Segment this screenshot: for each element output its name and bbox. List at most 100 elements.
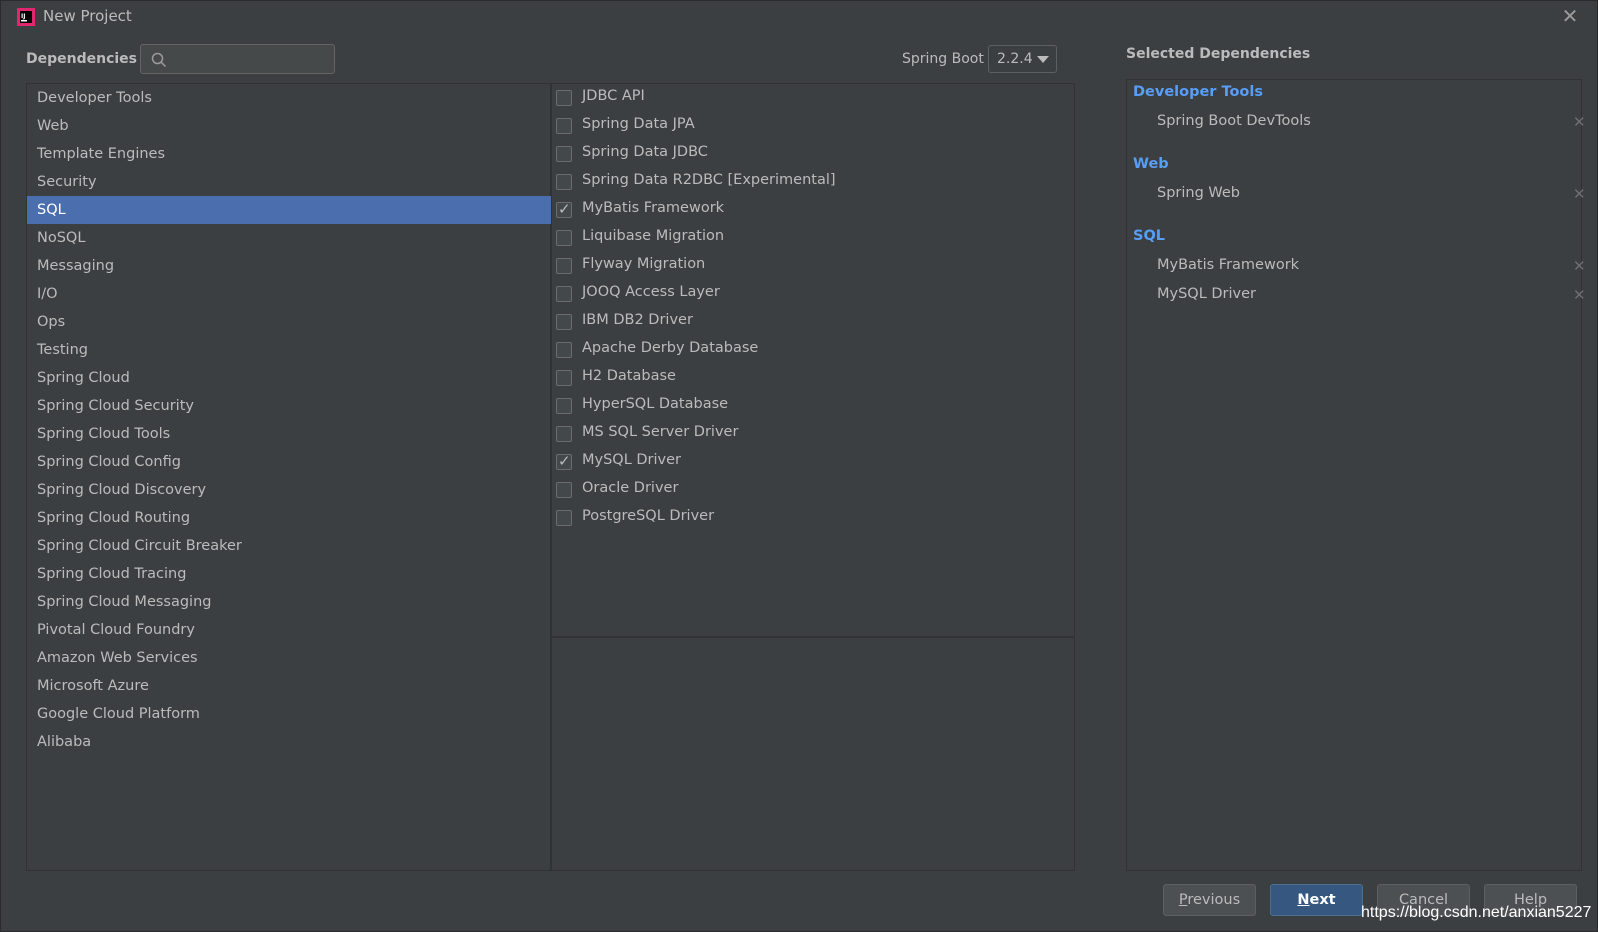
- dependency-item[interactable]: JDBC API: [552, 84, 1072, 112]
- category-item[interactable]: Ops: [27, 308, 551, 336]
- dependency-label: PostgreSQL Driver: [582, 508, 715, 524]
- dependency-checkbox[interactable]: [556, 452, 572, 470]
- category-item[interactable]: SQL: [27, 196, 551, 224]
- spring-boot-version-select[interactable]: 2.2.4: [988, 45, 1057, 73]
- dependency-label: Apache Derby Database: [582, 340, 759, 356]
- category-item[interactable]: Testing: [27, 336, 551, 364]
- selected-group-title: SQL: [1133, 228, 1166, 244]
- dependency-item[interactable]: Spring Data JDBC: [552, 140, 1072, 168]
- dependency-label: MySQL Driver: [582, 452, 682, 468]
- chevron-down-icon: [1037, 56, 1049, 63]
- dependency-item[interactable]: Oracle Driver: [552, 476, 1072, 504]
- dependency-checkbox[interactable]: [556, 426, 572, 442]
- dependency-checkbox[interactable]: [556, 258, 572, 274]
- dependency-item[interactable]: MS SQL Server Driver: [552, 420, 1072, 448]
- dependency-checkbox[interactable]: [556, 174, 572, 190]
- selected-dependency-item: Spring Web ✕: [1157, 185, 1586, 203]
- category-item[interactable]: Messaging: [27, 252, 551, 280]
- search-icon: [151, 52, 167, 68]
- dependency-checkbox[interactable]: [556, 314, 572, 330]
- dependency-checkbox[interactable]: [556, 342, 572, 358]
- category-item[interactable]: NoSQL: [27, 224, 551, 252]
- dependency-label: HyperSQL Database: [582, 396, 729, 412]
- dependency-checkbox[interactable]: [556, 230, 572, 246]
- category-item[interactable]: Web: [27, 112, 551, 140]
- new-project-dialog: IJ New Project ✕ Dependencies Spring Boo…: [0, 0, 1598, 932]
- dependency-checkbox[interactable]: [556, 286, 572, 302]
- dependency-checkbox[interactable]: [556, 482, 572, 498]
- dependency-item[interactable]: Spring Data R2DBC [Experimental]: [552, 168, 1072, 196]
- dependency-item[interactable]: HyperSQL Database: [552, 392, 1072, 420]
- search-input[interactable]: [140, 44, 335, 74]
- dependency-checkbox[interactable]: [556, 118, 572, 134]
- dependency-item[interactable]: H2 Database: [552, 364, 1072, 392]
- category-item[interactable]: Spring Cloud Messaging: [27, 588, 551, 616]
- remove-icon[interactable]: ✕: [1573, 257, 1586, 275]
- selected-dependency-label: Spring Boot DevTools: [1157, 113, 1311, 129]
- dependency-item[interactable]: Spring Data JPA: [552, 112, 1072, 140]
- category-item[interactable]: Spring Cloud Security: [27, 392, 551, 420]
- dependency-label: Spring Data JDBC: [582, 144, 708, 160]
- dependency-label: MS SQL Server Driver: [582, 424, 739, 440]
- category-item[interactable]: Pivotal Cloud Foundry: [27, 616, 551, 644]
- category-item[interactable]: Security: [27, 168, 551, 196]
- selected-group-title: Developer Tools: [1133, 84, 1263, 100]
- category-item[interactable]: Spring Cloud Tools: [27, 420, 551, 448]
- dependency-label: JDBC API: [582, 88, 645, 104]
- next-button[interactable]: Next: [1270, 884, 1363, 916]
- next-label: ext: [1309, 892, 1336, 908]
- selected-dependency-label: Spring Web: [1157, 185, 1241, 201]
- category-item[interactable]: Developer Tools: [27, 84, 551, 112]
- dependency-description-panel: [551, 637, 1075, 871]
- dependency-item[interactable]: Flyway Migration: [552, 252, 1072, 280]
- category-item[interactable]: Spring Cloud Routing: [27, 504, 551, 532]
- category-item[interactable]: Spring Cloud: [27, 364, 551, 392]
- selected-group-title: Web: [1133, 156, 1169, 172]
- dependency-item[interactable]: MyBatis Framework: [552, 196, 1072, 224]
- dependency-checkbox[interactable]: [556, 90, 572, 106]
- previous-button[interactable]: Previous: [1163, 884, 1256, 916]
- category-item[interactable]: Template Engines: [27, 140, 551, 168]
- dependency-item[interactable]: Liquibase Migration: [552, 224, 1072, 252]
- category-item[interactable]: Google Cloud Platform: [27, 700, 551, 728]
- dependency-checkbox[interactable]: [556, 370, 572, 386]
- category-item[interactable]: Microsoft Azure: [27, 672, 551, 700]
- category-item[interactable]: Spring Cloud Circuit Breaker: [27, 532, 551, 560]
- category-item[interactable]: Amazon Web Services: [27, 644, 551, 672]
- dependency-label: Flyway Migration: [582, 256, 706, 272]
- dependency-label: Spring Data JPA: [582, 116, 695, 132]
- dependency-checkbox[interactable]: [556, 510, 572, 526]
- category-item[interactable]: Spring Cloud Tracing: [27, 560, 551, 588]
- previous-label: revious: [1187, 892, 1241, 908]
- dependency-item[interactable]: PostgreSQL Driver: [552, 504, 1072, 532]
- remove-icon[interactable]: ✕: [1573, 286, 1586, 304]
- dependency-label: H2 Database: [582, 368, 676, 384]
- selected-dependency-item: MySQL Driver ✕: [1157, 286, 1586, 304]
- dependency-item[interactable]: IBM DB2 Driver: [552, 308, 1072, 336]
- dependency-checkbox[interactable]: [556, 146, 572, 162]
- spring-boot-label: Spring Boot: [902, 51, 984, 67]
- dependency-label: MyBatis Framework: [582, 200, 725, 216]
- dependency-item[interactable]: JOOQ Access Layer: [552, 280, 1072, 308]
- category-item[interactable]: Spring Cloud Discovery: [27, 476, 551, 504]
- dependency-item[interactable]: Apache Derby Database: [552, 336, 1072, 364]
- dependency-checkbox[interactable]: [556, 200, 572, 218]
- category-item[interactable]: I/O: [27, 280, 551, 308]
- svg-text:IJ: IJ: [21, 13, 25, 20]
- remove-icon[interactable]: ✕: [1573, 113, 1586, 131]
- dependencies-label: Dependencies: [26, 51, 138, 67]
- remove-icon[interactable]: ✕: [1573, 185, 1586, 203]
- category-item[interactable]: Spring Cloud Config: [27, 448, 551, 476]
- dependency-checkbox[interactable]: [556, 398, 572, 414]
- dependency-label: Oracle Driver: [582, 480, 679, 496]
- category-item[interactable]: Alibaba: [27, 728, 551, 756]
- dependency-label: Liquibase Migration: [582, 228, 725, 244]
- intellij-app-icon: IJ: [17, 8, 35, 26]
- dependency-item[interactable]: MySQL Driver: [552, 448, 1072, 476]
- next-mnemonic: N: [1297, 892, 1310, 908]
- selected-dependencies-title: Selected Dependencies: [1126, 46, 1311, 62]
- selected-dependencies-panel: Developer Tools Spring Boot DevTools ✕ Web S…: [1126, 79, 1586, 871]
- title-bar: IJ New Project ✕: [1, 1, 1597, 33]
- close-icon[interactable]: ✕: [1559, 5, 1581, 27]
- selected-dependency-label: MySQL Driver: [1157, 286, 1257, 302]
